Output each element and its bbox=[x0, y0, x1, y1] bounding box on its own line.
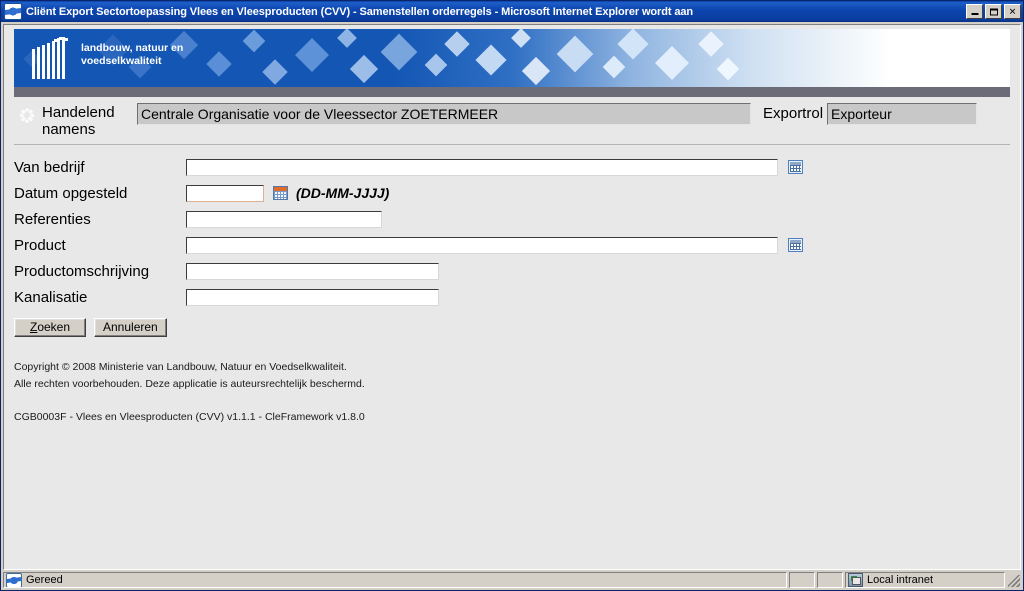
internet-explorer-icon-status bbox=[6, 573, 22, 587]
input-referenties[interactable] bbox=[186, 210, 382, 228]
copyright-line-1: Copyright © 2008 Ministerie van Landbouw… bbox=[14, 361, 347, 373]
input-kanalisatie[interactable] bbox=[186, 288, 439, 306]
version-text: CGB0003F - Vlees en Vleesproducten (CVV)… bbox=[14, 411, 365, 423]
site-banner: landbouw, natuur en voedselkwaliteit bbox=[14, 29, 1010, 87]
status-pane-3 bbox=[817, 572, 843, 588]
context-bar: Handelend namens Centrale Organisatie vo… bbox=[14, 97, 1010, 142]
calendar-icon[interactable] bbox=[273, 186, 288, 200]
window-title: Cliënt Export Sectortoepassing Vlees en … bbox=[26, 5, 694, 18]
field-row-productomschrijving: Productomschrijving bbox=[14, 258, 1010, 284]
field-row-datum-opgesteld: Datum opgesteld (DD-MM-JJJJ) bbox=[14, 180, 1010, 206]
field-row-van-bedrijf: Van bedrijf bbox=[14, 154, 1010, 180]
security-zone-icon bbox=[848, 573, 863, 587]
list-picker-icon-product[interactable] bbox=[788, 238, 803, 252]
security-zone-label: Local intranet bbox=[867, 574, 934, 586]
input-van-bedrijf[interactable] bbox=[186, 158, 778, 176]
handelend-namens-value: Centrale Organisatie voor de Vleessector… bbox=[137, 103, 751, 125]
exportrol-value: Exporteur bbox=[827, 103, 978, 125]
annuleren-button[interactable]: Annuleren bbox=[94, 318, 167, 337]
browser-client-area: landbouw, natuur en voedselkwaliteit Han… bbox=[1, 22, 1023, 570]
asterisk-icon bbox=[18, 106, 36, 124]
form-buttons: Zoeken Annuleren bbox=[14, 318, 1010, 337]
window-controls: ✕ bbox=[966, 4, 1021, 19]
list-picker-icon-van-bedrijf[interactable] bbox=[788, 160, 803, 174]
field-row-kanalisatie: Kanalisatie bbox=[14, 284, 1010, 310]
ministry-logo: landbouw, natuur en voedselkwaliteit bbox=[32, 37, 183, 79]
label-kanalisatie: Kanalisatie bbox=[14, 288, 88, 306]
banner-grey-bar bbox=[14, 87, 1010, 97]
ministry-logo-text: landbouw, natuur en voedselkwaliteit bbox=[81, 37, 183, 68]
copyright-line-2: Alle rechten voorbehouden. Deze applicat… bbox=[14, 378, 365, 390]
label-van-bedrijf: Van bedrijf bbox=[14, 158, 85, 176]
input-product[interactable] bbox=[186, 236, 778, 254]
internet-explorer-icon bbox=[4, 3, 22, 20]
ministry-logo-mark bbox=[32, 37, 70, 79]
date-format-hint: (DD-MM-JJJJ) bbox=[296, 185, 390, 201]
browser-window: Cliënt Export Sectortoepassing Vlees en … bbox=[0, 0, 1024, 591]
resize-grip[interactable] bbox=[1007, 572, 1021, 588]
label-productomschrijving: Productomschrijving bbox=[14, 262, 150, 280]
minimize-button[interactable] bbox=[966, 4, 983, 19]
exportrol-label: Exportrol bbox=[763, 105, 824, 122]
maximize-button[interactable] bbox=[985, 4, 1002, 19]
window-titlebar: Cliënt Export Sectortoepassing Vlees en … bbox=[1, 1, 1023, 22]
copyright-block: Copyright © 2008 Ministerie van Landbouw… bbox=[14, 359, 1010, 393]
page-content: landbouw, natuur en voedselkwaliteit Han… bbox=[3, 24, 1021, 570]
security-zone-pane[interactable]: Local intranet bbox=[845, 572, 1005, 588]
label-product: Product bbox=[14, 236, 66, 254]
input-datum-opgesteld[interactable] bbox=[186, 184, 264, 202]
zoeken-label-rest: oeken bbox=[37, 320, 71, 334]
logo-line-1: landbouw, natuur en bbox=[81, 42, 184, 54]
logo-line-2: voedselkwaliteit bbox=[81, 55, 162, 67]
browser-statusbar: Gereed Local intranet bbox=[1, 570, 1023, 590]
status-message: Gereed bbox=[26, 574, 63, 586]
search-form: Van bedrijf Datum opgesteld (DD-MM-JJJJ)… bbox=[14, 154, 1010, 310]
field-row-product: Product bbox=[14, 232, 1010, 258]
label-datum-opgesteld: Datum opgesteld bbox=[14, 184, 128, 202]
close-button[interactable]: ✕ bbox=[1004, 4, 1021, 19]
status-message-pane: Gereed bbox=[3, 572, 787, 588]
label-referenties: Referenties bbox=[14, 210, 91, 228]
site-banner-wrapper: landbouw, natuur en voedselkwaliteit bbox=[14, 29, 1010, 87]
input-productomschrijving[interactable] bbox=[186, 262, 439, 280]
status-pane-2 bbox=[789, 572, 815, 588]
field-row-referenties: Referenties bbox=[14, 206, 1010, 232]
handelend-namens-label: Handelend namens bbox=[42, 104, 115, 138]
zoeken-button[interactable]: Zoeken bbox=[14, 318, 86, 337]
context-separator bbox=[14, 144, 1010, 145]
